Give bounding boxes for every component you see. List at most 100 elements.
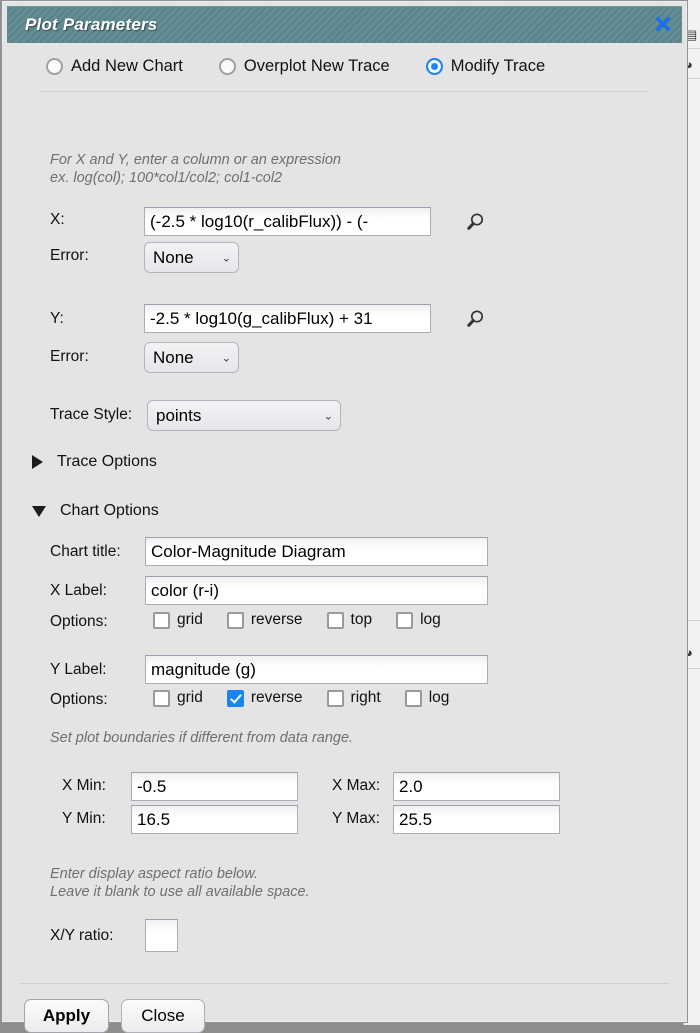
y-max-label-text: Y Max: [332,810,380,827]
checkbox-indicator-checked [226,689,244,707]
xy-ratio-label: X/Y ratio: [50,927,113,945]
chart-title-label: Chart title: [50,543,121,561]
chevron-down-icon [32,505,46,517]
x-min-input[interactable] [131,772,298,801]
checkbox-label: log [428,689,450,706]
chart-title-label-text: Chart title: [50,543,121,560]
boundaries-hint: Set plot boundaries if different from da… [50,730,354,746]
checkbox-x-top[interactable]: top [326,611,373,629]
checkbox-label: reverse [250,689,303,706]
aspect-ratio-hint: Enter display aspect ratio below. Leave … [50,865,310,901]
radio-indicator [218,58,236,75]
x-max-label: X Max: [332,777,380,795]
checkbox-indicator [226,611,244,629]
chart-title-input[interactable] [145,537,488,566]
dialog-body: Add New Chart Overplot New Trace Modify … [2,43,687,1033]
section-toggle-chart-options[interactable]: Chart Options [2,502,159,520]
aspect-hint-line2: Leave it blank to use all available spac… [50,884,310,900]
radio-indicator-selected [425,58,443,75]
radio-indicator [46,58,63,75]
plot-parameters-dialog: Plot Parameters Add New Chart Overplot N… [0,0,688,1033]
checkbox-indicator [396,611,414,629]
xy-ratio-label-text: X/Y ratio: [50,927,114,944]
y-axis-label-label-text: Y Label: [50,661,107,678]
checkbox-y-reverse[interactable]: reverse [226,689,303,707]
close-button[interactable]: Close [121,999,205,1033]
x-options-label: Options: [50,613,108,631]
radio-label: Add New Chart [71,57,183,75]
expression-hint-line2: ex. log(col); 100*col1/col2; col1-col2 [50,170,283,186]
radio-add-new-chart[interactable]: Add New Chart [46,57,183,76]
checkbox-indicator [326,611,344,629]
x-error-label-text: Error: [50,247,89,264]
x-axis-label-label-text: X Label: [50,582,107,599]
section-toggle-trace-options[interactable]: Trace Options [2,453,157,471]
x-error-select-wrap: None ⌄ [144,242,239,273]
x-min-label-text: X Min: [62,777,106,794]
x-expression-label: X: [50,211,65,229]
x-options-label-text: Options: [50,613,108,630]
x-max-label-text: X Max: [332,777,381,794]
checkbox-label: reverse [250,611,303,628]
y-options-label-text: Options: [50,691,108,708]
apply-button[interactable]: Apply [24,999,109,1033]
checkbox-y-grid[interactable]: grid [153,689,203,707]
x-options-checkbox-group: grid reverse top log [153,611,441,629]
chevron-right-icon [32,455,43,469]
section-label-chart-options: Chart Options [60,502,159,519]
y-expression-label: Y: [50,310,64,328]
x-error-select[interactable]: None [144,242,239,273]
x-expression-input[interactable] [144,207,431,236]
checkbox-x-grid[interactable]: grid [153,611,203,629]
x-label-text: X: [50,211,65,228]
y-min-label: Y Min: [62,810,106,828]
close-icon[interactable] [648,9,678,39]
y-max-label: Y Max: [332,810,380,828]
y-magnifier-icon[interactable] [464,308,486,330]
checkbox-label: top [350,611,373,628]
y-min-label-text: Y Min: [62,810,106,827]
x-axis-label-label: X Label: [50,582,107,600]
checkbox-label: log [420,611,441,628]
checkbox-x-log[interactable]: log [396,611,441,629]
checkbox-x-reverse[interactable]: reverse [226,611,303,629]
radio-modify-trace[interactable]: Modify Trace [425,57,546,76]
y-label-text: Y: [50,310,64,327]
trace-style-select[interactable]: points [147,400,341,431]
x-min-label: X Min: [62,777,106,795]
expression-hint: For X and Y, enter a column or an expres… [50,151,341,187]
divider-top [40,91,649,92]
radio-overplot-new-trace[interactable]: Overplot New Trace [218,57,390,76]
y-max-input[interactable] [393,805,560,834]
checkbox-y-log[interactable]: log [404,689,450,707]
section-label-trace-options: Trace Options [57,453,157,470]
xy-ratio-input[interactable] [145,919,178,952]
checkbox-label: right [350,689,381,706]
y-error-select-wrap: None ⌄ [144,342,239,373]
radio-label: Modify Trace [450,57,546,75]
y-error-select[interactable]: None [144,342,239,373]
dialog-titlebar: Plot Parameters [7,6,682,43]
checkbox-y-right[interactable]: right [326,689,381,707]
y-error-label: Error: [50,348,89,366]
dialog-title: Plot Parameters [25,15,158,34]
checkbox-indicator [326,689,344,707]
x-magnifier-icon[interactable] [464,211,486,233]
y-expression-input[interactable] [144,304,431,333]
radio-label: Overplot New Trace [243,57,390,75]
x-max-input[interactable] [393,772,560,801]
trace-style-label: Trace Style: [50,406,132,424]
checkbox-label: grid [177,611,203,628]
y-min-input[interactable] [131,805,298,834]
checkbox-label: grid [177,689,203,706]
checkbox-indicator [153,689,170,707]
y-options-label: Options: [50,691,108,709]
y-axis-label-label: Y Label: [50,661,107,679]
checkbox-indicator [153,611,170,629]
x-error-label: Error: [50,247,89,265]
checkbox-indicator [404,689,422,707]
y-axis-label-input[interactable] [145,655,488,684]
trace-style-label-text: Trace Style: [50,406,133,423]
y-options-checkbox-group: grid reverse right log [153,689,449,707]
x-axis-label-input[interactable] [145,576,488,605]
